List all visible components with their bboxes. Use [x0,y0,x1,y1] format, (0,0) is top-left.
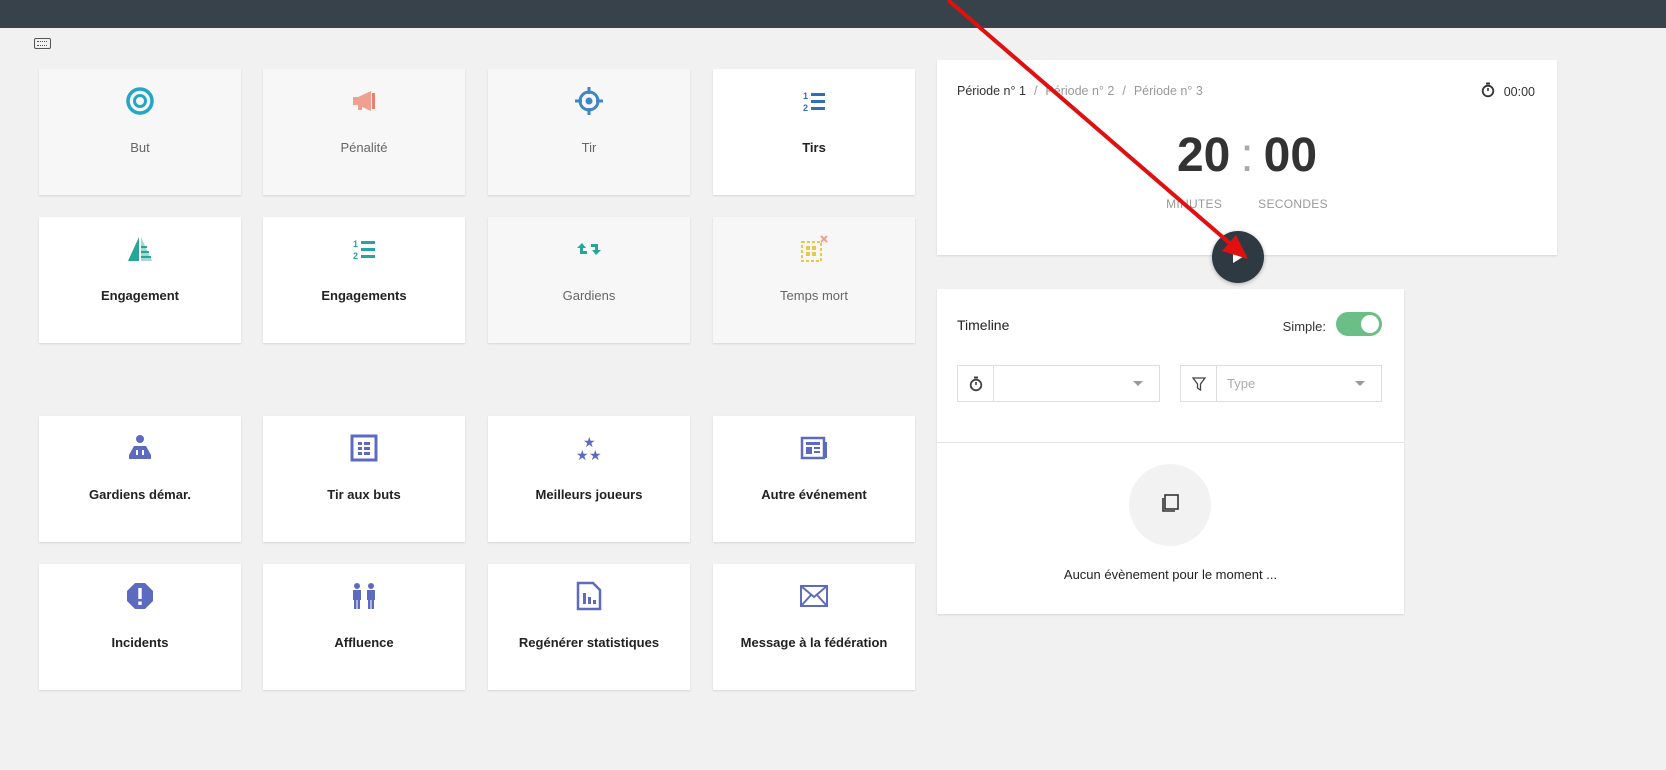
tile-label: Incidents [111,635,169,650]
tile-autre-evenement[interactable]: Autre événement [713,416,915,542]
tile-tir-aux-buts[interactable]: Tir aux buts [263,416,465,542]
numbered-list-icon: 12 [799,86,829,116]
simple-toggle[interactable] [1336,312,1382,336]
megaphone-icon [349,86,379,116]
timeline-card: Timeline Simple: Type Aucun évènement po… [937,289,1404,614]
tile-label: Engagements [321,288,407,303]
crosshair-icon [574,86,604,116]
stopwatch-icon [1481,82,1495,101]
seconds-label: SECONDES [1258,197,1328,211]
faceoff-icon [125,234,155,264]
swap-icon [574,234,604,264]
type-filter-placeholder: Type [1227,376,1256,391]
table-icon [349,433,379,463]
tile-incidents[interactable]: Incidents [39,564,241,690]
type-filter-select[interactable]: Type [1180,365,1382,402]
breadcrumb-separator: / [1122,84,1126,98]
stopwatch-icon [958,366,994,401]
tile-label: Meilleurs joueurs [535,487,643,502]
seconds-value: 00 [1263,129,1318,182]
elapsed-time: 00:00 [1503,84,1535,99]
tile-engagements[interactable]: 12 Engagements [263,217,465,343]
minutes-label: MINUTES [1166,197,1223,211]
tile-label: Regénérer statistiques [518,635,660,650]
elapsed-clock: 00:00 [1481,82,1535,101]
tile-label: Tir aux buts [327,487,401,502]
tile-penalite[interactable]: Pénalité [263,69,465,195]
goalie-icon [125,433,155,463]
tile-label: Tir [581,140,597,155]
breadcrumb-separator: / [1033,84,1038,98]
tile-temps-mort[interactable]: Temps mort [713,217,915,343]
tile-label: Temps mort [780,288,848,303]
time-units: MINUTES SECONDES [937,197,1557,211]
timeline-divider [937,442,1404,443]
tile-label: Engagement [100,288,179,303]
cards-icon [1159,492,1181,519]
tile-message-federation[interactable]: Message à la fédération [713,564,915,690]
tile-tirs[interactable]: 12 Tirs [713,69,915,195]
period-2-link[interactable]: Période n° 2 [1045,84,1114,98]
empty-state-message: Aucun évènement pour le moment ... [1063,567,1278,582]
target-icon [125,86,155,116]
numbered-list-green-icon: 12 [349,234,379,264]
svg-text:1: 1 [803,91,808,101]
tile-label: Gardiens [562,288,616,303]
period-1-link[interactable]: Période n° 1 [957,84,1026,98]
timeline-title: Timeline [957,317,1010,333]
tile-label: Message à la fédération [740,635,888,650]
report-chart-icon [574,581,604,611]
tile-label: Tirs [802,140,826,155]
svg-text:2: 2 [353,251,358,261]
period-3-link[interactable]: Période n° 3 [1134,84,1203,98]
time-colon: : [1240,129,1254,182]
tile-regenerer-statistiques[interactable]: Regénérer statistiques [488,564,690,690]
timeout-icon [799,234,829,264]
svg-text:1: 1 [353,239,358,249]
tile-label: But [130,140,150,155]
envelope-icon [799,581,829,611]
tile-label: Affluence [334,635,394,650]
tile-label: Pénalité [340,140,388,155]
svg-text:★: ★ [576,448,589,463]
tile-tir[interactable]: Tir [488,69,690,195]
countdown-display: 20:00 [937,130,1557,182]
top-bar [0,0,1666,28]
tile-affluence[interactable]: Affluence [263,564,465,690]
minutes-value: 20 [1176,129,1231,182]
timer-card: Période n° 1 / Période n° 2 / Période n° 3 0… [937,60,1557,255]
tile-but[interactable]: But [39,69,241,195]
newspaper-icon [799,433,829,463]
period-filter-select[interactable] [957,365,1160,402]
stars-icon: ★ ★ ★ [574,433,604,463]
period-breadcrumb: Période n° 1 / Période n° 2 / Période n° 3 [957,84,1203,98]
tile-gardiens[interactable]: Gardiens [488,217,690,343]
svg-text:2: 2 [803,103,808,113]
tile-label: Gardiens démar. [89,487,191,502]
simple-label: Simple: [1282,319,1326,334]
chevron-down-icon [1355,381,1365,386]
svg-text:★: ★ [589,448,602,463]
keyboard-icon[interactable] [34,38,51,49]
empty-state-icon-circle [1129,464,1211,546]
tile-meilleurs-joueurs[interactable]: ★ ★ ★ Meilleurs joueurs [488,416,690,542]
tile-gardiens-demar[interactable]: Gardiens démar. [39,416,241,542]
chevron-down-icon [1133,381,1143,386]
alert-octagon-icon [125,581,155,611]
tile-label: Autre événement [761,487,867,502]
play-icon [1227,244,1249,271]
filter-icon [1181,366,1217,401]
people-icon [349,581,379,611]
play-button[interactable] [1212,231,1264,283]
tile-engagement[interactable]: Engagement [39,217,241,343]
